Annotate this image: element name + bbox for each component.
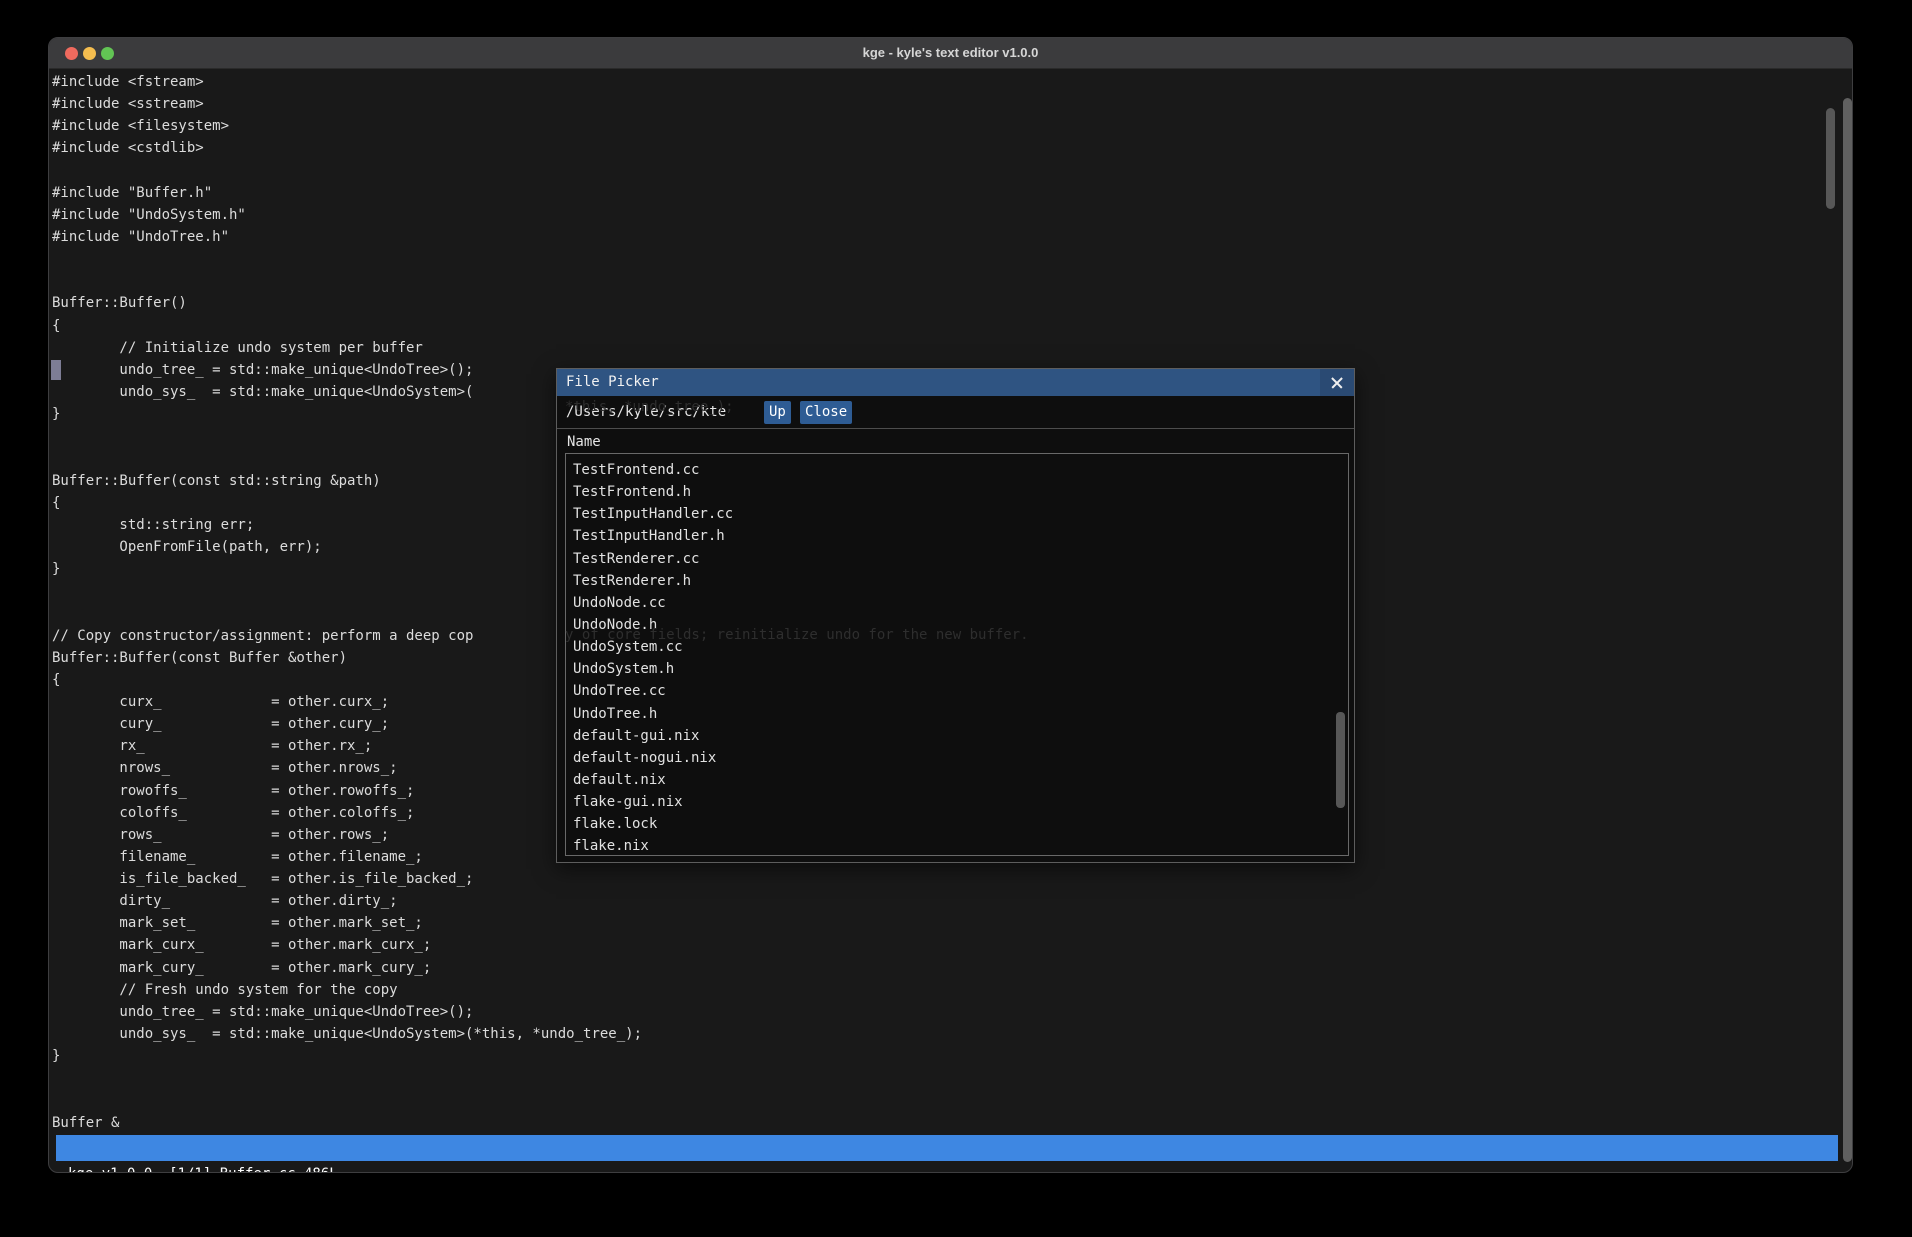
file-list-item[interactable]: UndoNode.cc [566,592,1348,614]
file-list-item[interactable]: UndoTree.h [566,703,1348,725]
file-picker-titlebar[interactable]: File Picker [557,369,1354,396]
code-line: coloffs_ = other.coloffs_; [52,802,642,824]
code-line: dirty_ = other.dirty_; [52,890,642,912]
file-picker-dialog: File Picker /Users/kyle/src/kte Up Close… [556,368,1355,863]
code-line: filename_ = other.filename_; [52,846,642,868]
code-line: // Copy constructor/assignment: perform … [52,625,642,647]
code-line: { [52,492,642,514]
file-list-item[interactable]: default.nix [566,769,1348,791]
file-picker-path-row: /Users/kyle/src/kte Up Close [557,396,1354,428]
column-header-name: Name [567,431,601,453]
code-line: { [52,669,642,691]
file-list-item[interactable]: TestRenderer.h [566,570,1348,592]
code-line: cury_ = other.cury_; [52,713,642,735]
code-line [52,425,642,447]
code-line: mark_cury_ = other.mark_cury_; [52,957,642,979]
file-items: TestFrontend.ccTestFrontend.hTestInputHa… [566,459,1348,856]
file-list-item[interactable]: flake-gui.nix [566,791,1348,813]
status-file-info: kge v1.0.0 [1/1] Buffer.cc 486L [68,1161,338,1173]
code-line: undo_sys_ = std::make_unique<UndoSystem>… [52,381,642,403]
editor-scrollbar-thumb[interactable] [1826,108,1835,209]
code-line: std::string err; [52,514,642,536]
code-line: #include <sstream> [52,93,642,115]
code-line: Buffer & [52,1112,642,1134]
code-line [52,580,642,602]
code-line: mark_set_ = other.mark_set_; [52,912,642,934]
code-line: #include <cstdlib> [52,137,642,159]
window-titlebar[interactable]: kge - kyle's text editor v1.0.0 [49,38,1852,69]
code-line: is_file_backed_ = other.is_file_backed_; [52,868,642,890]
file-picker-title: File Picker [566,369,659,396]
file-list-scrollbar-thumb[interactable] [1336,712,1345,808]
text-cursor [51,360,61,380]
divider [557,428,1354,429]
code-line [52,602,642,624]
code-line [52,1067,642,1089]
code-line: #include <filesystem> [52,115,642,137]
code-line: undo_tree_ = std::make_unique<UndoTree>(… [52,1001,642,1023]
code-line [52,447,642,469]
code-line [52,248,642,270]
file-list-item[interactable]: TestRenderer.cc [566,548,1348,570]
code-line [52,270,642,292]
file-list-item[interactable]: UndoSystem.h [566,658,1348,680]
code-line: mark_curx_ = other.mark_curx_; [52,934,642,956]
code-line: } [52,1045,642,1067]
window-scrollbar[interactable] [1843,98,1852,1162]
file-list-item[interactable]: default-gui.nix [566,725,1348,747]
file-list-item[interactable]: TestInputHandler.cc [566,503,1348,525]
code-line: // Initialize undo system per buffer [52,337,642,359]
code-line: undo_sys_ = std::make_unique<UndoSystem>… [52,1023,642,1045]
up-directory-button[interactable]: Up [764,401,791,424]
code-line: rowoffs_ = other.rowoffs_; [52,780,642,802]
code-line: // Fresh undo system for the copy [52,979,642,1001]
code-line: { [52,315,642,337]
file-list-item[interactable]: flake.nix [566,835,1348,856]
code-line: #include "Buffer.h" [52,182,642,204]
code-line: OpenFromFile(path, err); [52,536,642,558]
code-line: nrows_ = other.nrows_; [52,757,642,779]
status-bar: kge v1.0.0 [1/1] Buffer.cc 486L Open Fil… [56,1135,1838,1161]
code-lines: #include <fstream>#include <sstream>#inc… [52,71,642,1134]
file-list-item[interactable]: UndoSystem.cc [566,636,1348,658]
code-line: #include "UndoSystem.h" [52,204,642,226]
file-list-item[interactable]: TestFrontend.cc [566,459,1348,481]
code-line: Buffer::Buffer(const Buffer &other) [52,647,642,669]
file-list-item[interactable]: TestInputHandler.h [566,525,1348,547]
file-list-item[interactable]: UndoNode.h [566,614,1348,636]
code-line: rows_ = other.rows_; [52,824,642,846]
code-line [52,1089,642,1111]
code-line: rx_ = other.rx_; [52,735,642,757]
code-line: curx_ = other.curx_; [52,691,642,713]
code-line: } [52,403,642,425]
code-line: #include "UndoTree.h" [52,226,642,248]
code-line [52,160,642,182]
close-picker-button[interactable]: Close [800,401,852,424]
code-line: Buffer::Buffer() [52,292,642,314]
desktop: kge - kyle's text editor v1.0.0 #include… [0,0,1912,1237]
code-line: Buffer::Buffer(const std::string &path) [52,470,642,492]
file-picker-close-button[interactable] [1320,369,1354,396]
code-line: } [52,558,642,580]
file-list-item[interactable]: UndoTree.cc [566,680,1348,702]
code-line: undo_tree_ = std::make_unique<UndoTree>(… [52,359,642,381]
current-path: /Users/kyle/src/kte [566,396,726,428]
code-line: #include <fstream> [52,71,642,93]
file-list-item[interactable]: default-nogui.nix [566,747,1348,769]
file-list[interactable]: TestFrontend.ccTestFrontend.hTestInputHa… [565,453,1349,856]
file-list-item[interactable]: TestFrontend.h [566,481,1348,503]
window-title: kge - kyle's text editor v1.0.0 [49,38,1852,68]
file-list-item[interactable]: flake.lock [566,813,1348,835]
